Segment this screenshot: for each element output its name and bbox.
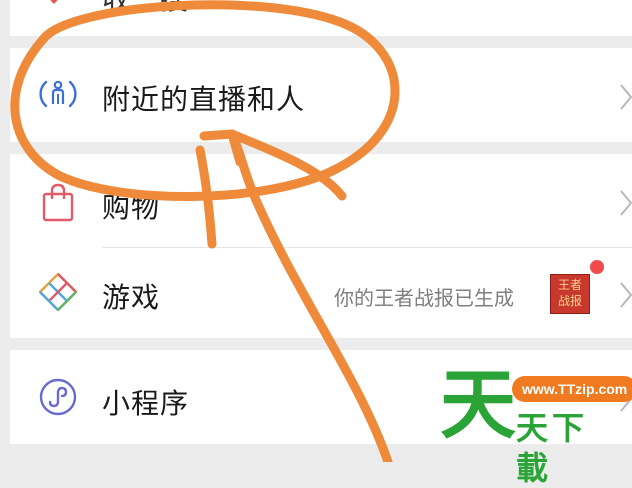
watermark-url-pill: www.TTzip.com bbox=[512, 376, 632, 402]
shopping-bag-icon bbox=[42, 183, 74, 222]
person-broadcast-icon bbox=[39, 80, 77, 108]
menu-item-games-label: 游戏 bbox=[102, 281, 161, 314]
mini-program-icon bbox=[39, 378, 77, 416]
watermark-text: 天下載 bbox=[516, 409, 589, 487]
chevron-right-icon bbox=[620, 84, 632, 110]
menu-item-search-label: 收一搜 bbox=[102, 0, 189, 18]
chevron-right-icon bbox=[620, 282, 632, 308]
menu-item-search-partial[interactable]: 收一搜 bbox=[10, 0, 632, 36]
menu-item-mini-program-label: 小程序 bbox=[102, 387, 190, 420]
game-report-badge[interactable]: 王者 战报 bbox=[550, 274, 590, 314]
menu-item-nearby-label: 附近的直播和人 bbox=[102, 83, 306, 116]
game-report-subtext: 你的王者战报已生成 bbox=[334, 286, 514, 310]
menu-item-games[interactable]: 游戏 你的王者战报已生成 王者 战报 bbox=[10, 248, 632, 338]
game-diamond-icon bbox=[38, 272, 78, 312]
watermark-big-char: 天 bbox=[440, 360, 516, 449]
chevron-right-icon bbox=[620, 190, 632, 216]
menu-item-shopping-label: 购物 bbox=[102, 191, 161, 224]
badge-text-line1: 王者 bbox=[557, 278, 582, 292]
search-icon-partial bbox=[50, 0, 58, 4]
notification-dot bbox=[590, 260, 604, 274]
watermark: 天 www.TTzip.com 天下載 bbox=[440, 362, 632, 487]
menu-item-nearby[interactable]: 附近的直播和人 bbox=[10, 48, 632, 142]
badge-text-line2: 战报 bbox=[557, 294, 582, 308]
watermark-url: www.TTzip.com bbox=[522, 381, 628, 397]
menu-item-shopping[interactable]: 购物 bbox=[10, 154, 632, 248]
